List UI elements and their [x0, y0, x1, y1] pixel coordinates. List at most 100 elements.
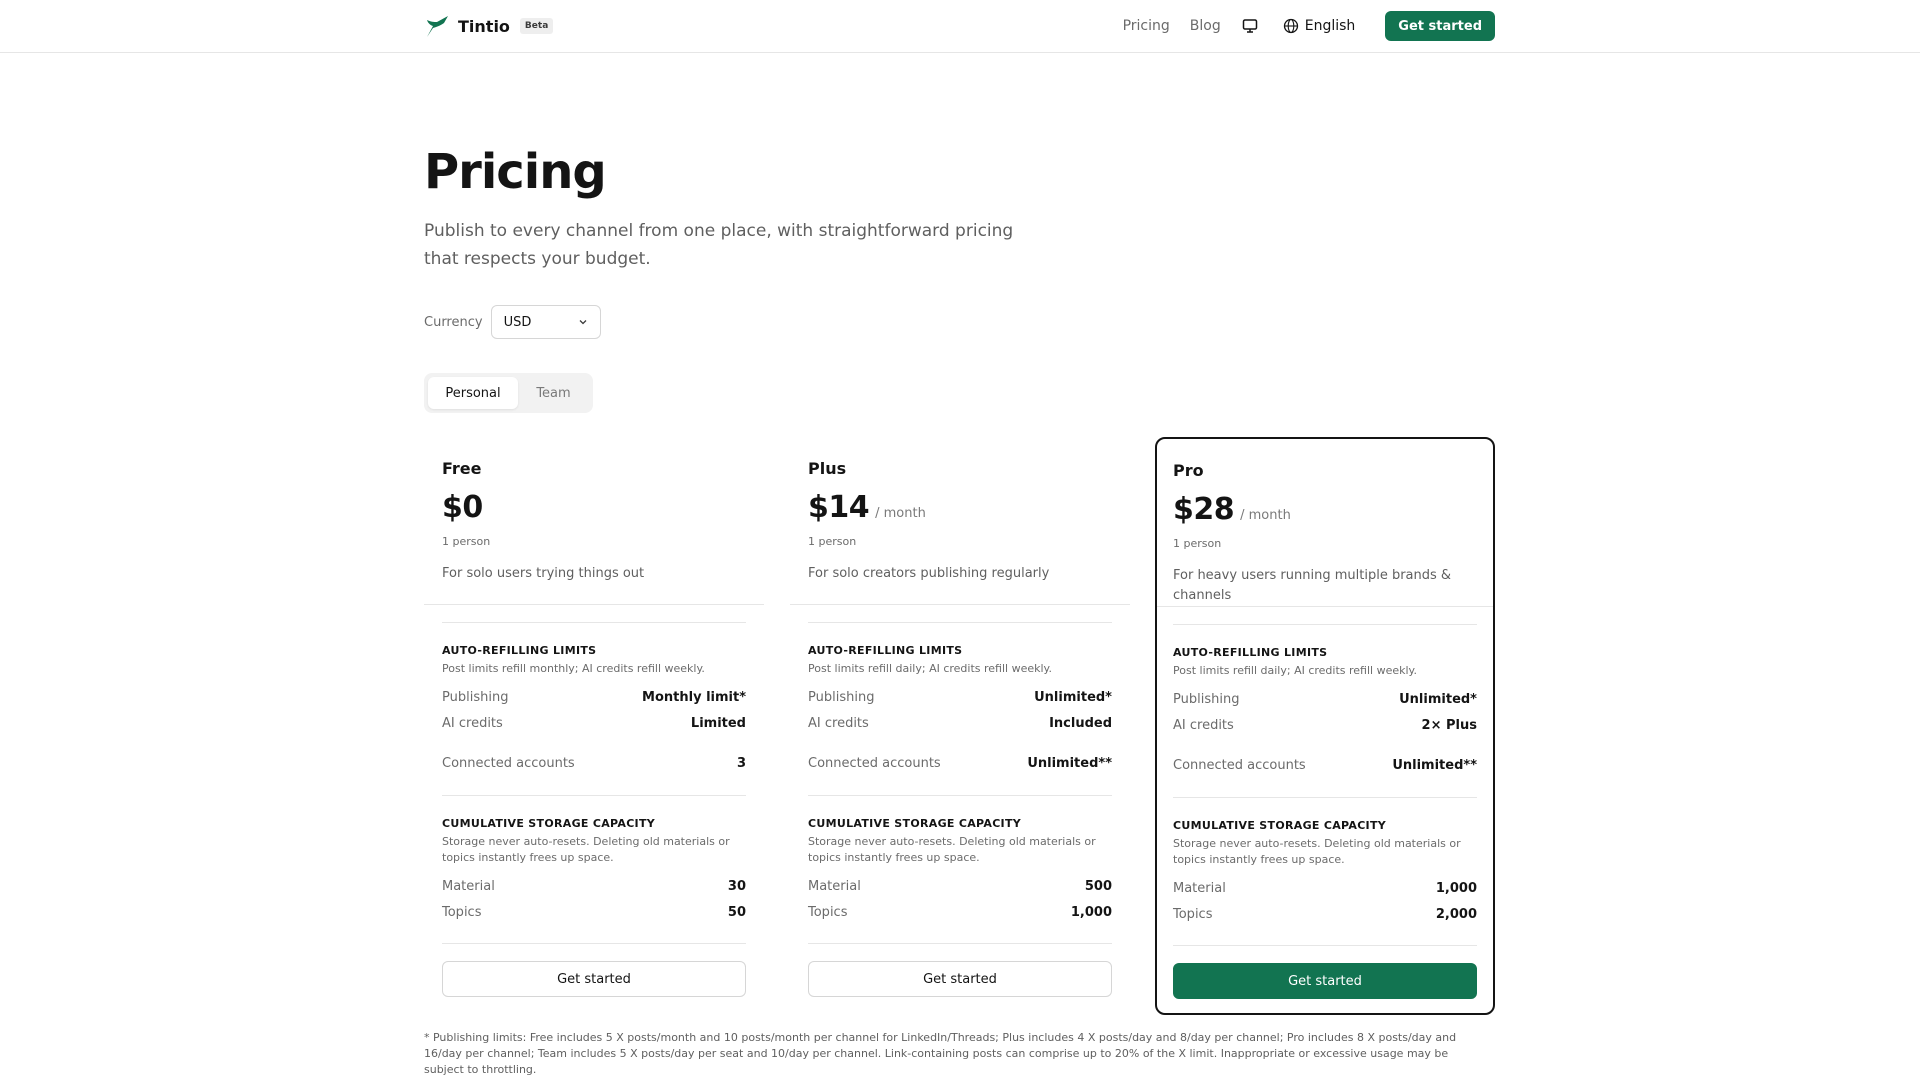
connected-accounts-label: Connected accounts	[808, 756, 941, 771]
material-value: 1,000	[1435, 881, 1477, 896]
material-label: Material	[808, 879, 861, 894]
storage-title: CUMULATIVE STORAGE CAPACITY	[442, 817, 656, 830]
chevron-down-icon	[579, 320, 587, 325]
plan-card-free: Free $0 1 person For solo users trying t…	[424, 437, 764, 1015]
limits-title: AUTO-REFILLING LIMITS	[808, 644, 963, 657]
plan-get-started-button[interactable]: Get started	[1173, 963, 1477, 999]
topics-label: Topics	[1173, 907, 1213, 922]
limits-note: Post limits refill daily; AI credits ref…	[808, 662, 1052, 675]
plan-seats: 1 person	[1173, 537, 1222, 550]
storage-note: Storage never auto-resets. Deleting old …	[808, 835, 1096, 864]
language-selector[interactable]: English	[1283, 18, 1355, 34]
row-topics: Topics 2,000	[1173, 907, 1477, 922]
price-row: $14 / month	[808, 490, 926, 525]
header-get-started-button[interactable]: Get started	[1385, 11, 1495, 41]
row-topics: Topics 50	[442, 905, 746, 920]
top-navbar: Tintio Beta Pricing Blog English Get sta…	[0, 0, 1920, 53]
topics-value: 50	[727, 905, 746, 920]
topics-value: 1,000	[1070, 905, 1112, 920]
row-connected-accounts: Connected accounts Unlimited**	[808, 756, 1112, 771]
publishing-value: Monthly limit*	[642, 690, 746, 705]
currency-picker: Currency USD	[424, 305, 601, 339]
section-divider	[1173, 945, 1477, 946]
plan-get-started-button[interactable]: Get started	[442, 961, 746, 997]
material-label: Material	[442, 879, 495, 894]
currency-value: USD	[503, 314, 532, 330]
row-ai-credits: AI credits 2× Plus	[1173, 718, 1477, 733]
pricing-footnote: * Publishing limits: Free includes 5 X p…	[424, 1031, 1457, 1076]
connected-accounts-value: Unlimited**	[1392, 758, 1477, 773]
storage-title: CUMULATIVE STORAGE CAPACITY	[1173, 819, 1387, 832]
storage-title: CUMULATIVE STORAGE CAPACITY	[808, 817, 1022, 830]
nav-link-pricing[interactable]: Pricing	[1123, 18, 1170, 34]
brand[interactable]: Tintio Beta	[424, 13, 554, 39]
plan-description: For solo users trying things out	[442, 566, 645, 581]
plan-seats: 1 person	[808, 535, 857, 548]
bird-logo-icon	[427, 16, 448, 37]
plan-period: / month	[1240, 508, 1291, 523]
plan-get-started-button[interactable]: Get started	[808, 961, 1112, 997]
page-subtitle: Publish to every channel from one place,…	[424, 221, 1014, 269]
plan-description: For solo creators publishing regularly	[808, 566, 1050, 581]
topics-label: Topics	[808, 905, 848, 920]
material-label: Material	[1173, 881, 1226, 896]
section-divider	[442, 622, 746, 623]
plan-name: Free	[442, 459, 482, 478]
limits-note: Post limits refill daily; AI credits ref…	[1173, 664, 1417, 677]
plan-type-tabs: Personal Team	[424, 373, 593, 413]
topics-value: 2,000	[1435, 907, 1477, 922]
connected-accounts-value: 3	[736, 756, 746, 771]
row-ai-credits: AI credits Limited	[442, 716, 746, 731]
nav-link-blog[interactable]: Blog	[1190, 18, 1221, 34]
row-publishing: Publishing Unlimited*	[1173, 692, 1477, 707]
section-divider	[442, 943, 746, 944]
price-row: $28 / month	[1173, 492, 1291, 527]
currency-select[interactable]: USD	[490, 305, 601, 339]
card-divider	[1157, 606, 1493, 607]
page-title: Pricing	[424, 144, 607, 200]
storage-note: Storage never auto-resets. Deleting old …	[1173, 837, 1461, 866]
material-value: 30	[727, 879, 746, 894]
row-material: Material 500	[808, 879, 1112, 894]
plan-name: Plus	[808, 459, 847, 478]
limits-title: AUTO-REFILLING LIMITS	[1173, 646, 1328, 659]
tab-team[interactable]: Team	[518, 377, 589, 409]
ai-credits-value: 2× Plus	[1421, 718, 1477, 733]
publishing-value: Unlimited*	[1034, 690, 1112, 705]
ai-credits-value: Included	[1049, 716, 1112, 731]
card-divider	[424, 604, 764, 605]
section-divider	[442, 795, 746, 796]
row-connected-accounts: Connected accounts Unlimited**	[1173, 758, 1477, 773]
row-publishing: Publishing Unlimited*	[808, 690, 1112, 705]
monitor-icon[interactable]	[1241, 17, 1259, 35]
nav: Pricing Blog English Get started	[1123, 11, 1495, 41]
material-value: 500	[1084, 879, 1112, 894]
plan-card-pro: Pro $28 / month 1 person For heavy users…	[1155, 437, 1495, 1015]
topics-label: Topics	[442, 905, 482, 920]
ai-credits-label: AI credits	[1173, 718, 1234, 733]
globe-icon	[1283, 18, 1298, 34]
plan-card-plus: Plus $14 / month 1 person For solo creat…	[790, 437, 1130, 1015]
price-row: $0	[442, 490, 489, 525]
plan-period: / month	[875, 506, 926, 521]
tab-personal[interactable]: Personal	[428, 377, 518, 409]
storage-note: Storage never auto-resets. Deleting old …	[442, 835, 730, 864]
section-divider	[808, 943, 1112, 944]
brand-name: Tintio	[458, 16, 510, 36]
section-divider	[1173, 797, 1477, 798]
limits-title: AUTO-REFILLING LIMITS	[442, 644, 597, 657]
plan-price: $14	[808, 490, 870, 525]
row-material: Material 1,000	[1173, 881, 1477, 896]
ai-credits-label: AI credits	[442, 716, 503, 731]
publishing-label: Publishing	[1173, 692, 1240, 707]
row-material: Material 30	[442, 879, 746, 894]
section-divider	[1173, 624, 1477, 625]
plan-price: $0	[442, 490, 483, 525]
connected-accounts-value: Unlimited**	[1027, 756, 1112, 771]
plan-seats: 1 person	[442, 535, 491, 548]
ai-credits-value: Limited	[690, 716, 746, 731]
currency-label: Currency	[424, 314, 483, 330]
row-publishing: Publishing Monthly limit*	[442, 690, 746, 705]
publishing-label: Publishing	[442, 690, 509, 705]
section-divider	[808, 795, 1112, 796]
